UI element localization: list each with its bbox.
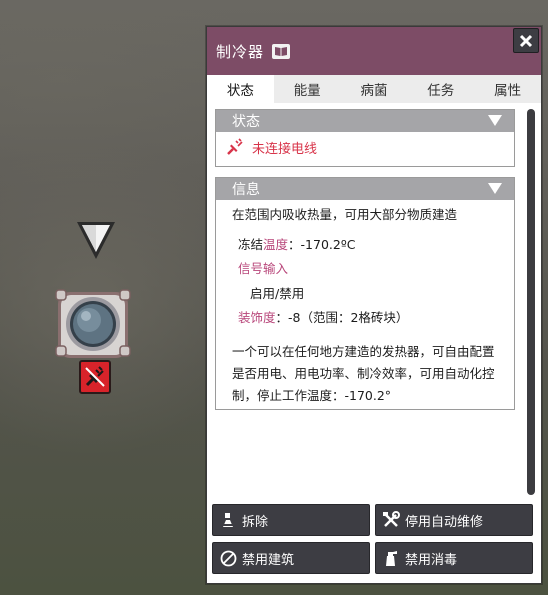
collapse-triangle-icon xyxy=(488,115,502,126)
disable-disinfect-button[interactable]: 禁用消毒 xyxy=(375,542,533,574)
status-item: 未连接电线 xyxy=(216,132,514,162)
close-button[interactable] xyxy=(513,28,539,53)
deconstruct-icon xyxy=(219,511,237,529)
signal-input-label: 信号输入 xyxy=(238,261,289,276)
decor-label: 装饰度 xyxy=(238,310,276,325)
info-section-title: 信息 xyxy=(232,182,260,198)
cooler-building[interactable] xyxy=(54,288,132,360)
disable-disinfect-label: 禁用消毒 xyxy=(405,552,458,568)
building-detail-panel: 制冷器 状态 能量 病菌 任务 属性 状态 未连接电线 信息 在范围内吸收热量，… xyxy=(206,26,542,584)
tab-status[interactable]: 状态 xyxy=(207,75,274,103)
deconstruct-button[interactable]: 拆除 xyxy=(212,504,370,536)
freeze-value: ：-170.2ºC xyxy=(288,236,356,252)
info-section: 信息 在范围内吸收热量，可用大部分物质建造 冻结温度：-170.2ºC 信号输入… xyxy=(215,177,515,410)
disable-building-label: 禁用建筑 xyxy=(242,552,295,568)
tab-properties[interactable]: 属性 xyxy=(474,75,541,103)
collapse-triangle-icon xyxy=(488,183,502,194)
status-section: 状态 未连接电线 xyxy=(215,109,515,167)
close-icon xyxy=(519,34,533,47)
deconstruct-label: 拆除 xyxy=(242,514,269,530)
info-body: 在范围内吸收热量，可用大部分物质建造 冻结温度：-170.2ºC 信号输入 启用… xyxy=(216,200,514,417)
panel-header: 制冷器 xyxy=(207,27,541,75)
disable-building-button[interactable]: 禁用建筑 xyxy=(212,542,370,574)
status-section-header[interactable]: 状态 xyxy=(216,110,514,132)
decor-line: 装饰度：-8（范围：2格砖块） xyxy=(232,310,514,325)
world-view xyxy=(0,0,210,595)
tab-germs[interactable]: 病菌 xyxy=(341,75,408,103)
selection-marker-icon xyxy=(77,222,115,259)
tab-bar: 状态 能量 病菌 任务 属性 xyxy=(207,75,541,103)
repair-tools-icon xyxy=(382,511,400,529)
decor-value: ：-8（范围：2格砖块） xyxy=(275,310,409,325)
disable-auto-repair-label: 停用自动维修 xyxy=(405,514,484,530)
info-section-header[interactable]: 信息 xyxy=(216,178,514,200)
prohibit-icon xyxy=(219,549,237,567)
info-summary: 在范围内吸收热量，可用大部分物质建造 xyxy=(232,207,458,222)
tab-errands[interactable]: 任务 xyxy=(407,75,474,103)
panel-title: 制冷器 xyxy=(216,42,265,61)
unplugged-icon xyxy=(227,138,243,155)
temperature-label: 温度 xyxy=(263,236,289,252)
disable-auto-repair-button[interactable]: 停用自动维修 xyxy=(375,504,533,536)
freeze-label: 冻结 xyxy=(238,236,264,252)
panel-content: 状态 未连接电线 信息 在范围内吸收热量，可用大部分物质建造 冻结温度：-170… xyxy=(207,103,541,500)
status-section-title: 状态 xyxy=(232,114,260,130)
book-icon xyxy=(275,46,288,56)
scrollbar[interactable] xyxy=(527,109,535,495)
spray-bottle-icon xyxy=(382,549,400,567)
status-text: 未连接电线 xyxy=(252,141,318,157)
freeze-temperature-line: 冻结温度：-170.2ºC xyxy=(232,236,514,252)
codex-book-button[interactable] xyxy=(272,43,291,59)
no-power-warning-icon xyxy=(79,360,111,394)
tab-power[interactable]: 能量 xyxy=(274,75,341,103)
signal-value: 启用/禁用 xyxy=(250,285,305,301)
building-description: 一个可以在任何地方建造的发热器，可自由配置是否用电、用电功率、制冷效率，可用自动… xyxy=(232,343,495,403)
